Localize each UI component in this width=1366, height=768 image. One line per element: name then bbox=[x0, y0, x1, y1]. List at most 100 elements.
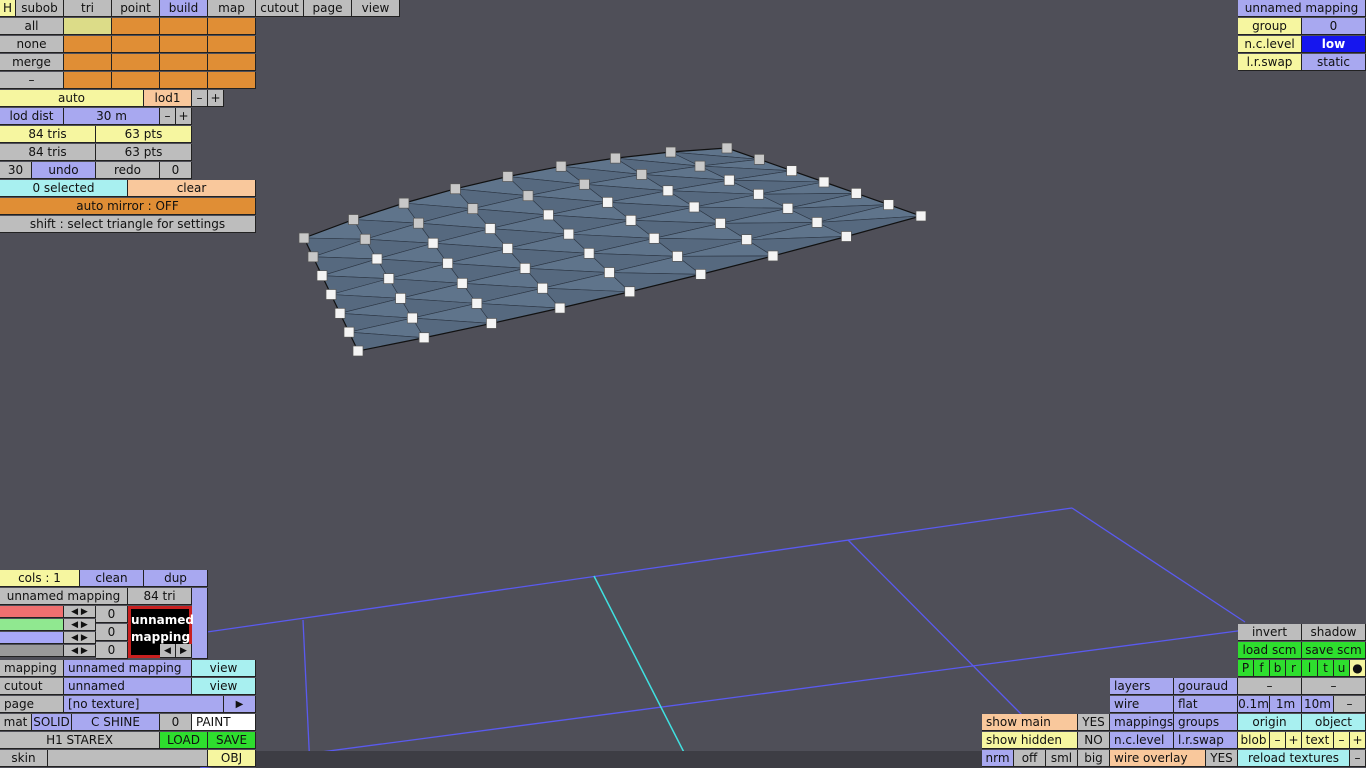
cols-count[interactable]: cols : 1 bbox=[0, 570, 80, 587]
clean-button[interactable]: clean bbox=[80, 570, 144, 587]
mesh-vertex-handle[interactable] bbox=[604, 267, 615, 278]
swatch-2[interactable] bbox=[112, 18, 160, 35]
lr-swap-button[interactable]: l.r.swap bbox=[1174, 732, 1238, 749]
nc-level-value[interactable]: low bbox=[1302, 36, 1366, 53]
paint-field[interactable]: PAINT bbox=[192, 714, 256, 731]
mesh-vertex-handle[interactable] bbox=[371, 253, 383, 265]
mesh-vertex-handle[interactable] bbox=[537, 282, 548, 294]
shadow-button[interactable]: shadow bbox=[1302, 624, 1366, 641]
view-dir-button-0[interactable]: P bbox=[1238, 660, 1254, 677]
mesh-vertex-handle[interactable] bbox=[625, 214, 637, 226]
lod-minus-button[interactable]: – bbox=[192, 90, 208, 107]
mesh-vertex-handle[interactable] bbox=[383, 273, 395, 284]
grid-01m-button[interactable]: 0.1m bbox=[1238, 696, 1270, 713]
solid-button[interactable]: SOLID bbox=[32, 714, 72, 731]
grid-10m-button[interactable]: 10m bbox=[1302, 696, 1334, 713]
dup-button[interactable]: dup bbox=[144, 570, 208, 587]
preview-prev-arrow[interactable]: ◀ bbox=[160, 644, 176, 658]
mesh-vertex-handle[interactable] bbox=[786, 165, 798, 177]
mesh-vertex-handle[interactable] bbox=[348, 214, 359, 225]
blue-channel-arrows[interactable]: ◀ ▶ bbox=[64, 632, 96, 644]
view-dir-button-4[interactable]: l bbox=[1302, 660, 1318, 677]
grid-minus-button[interactable]: – bbox=[1334, 696, 1366, 713]
mesh-vertex-handle[interactable] bbox=[471, 298, 483, 309]
page-next-arrow[interactable]: ▶ bbox=[224, 696, 256, 713]
nrm-button[interactable]: nrm bbox=[982, 750, 1014, 767]
tab-page[interactable]: page bbox=[304, 0, 352, 17]
reload-minus[interactable]: – bbox=[1350, 750, 1366, 767]
tab-cutout[interactable]: cutout bbox=[256, 0, 304, 17]
mesh-vertex-handle[interactable] bbox=[915, 210, 927, 222]
group-value[interactable]: 0 bbox=[1302, 18, 1366, 35]
big-button[interactable]: big bbox=[1078, 750, 1110, 767]
lr-swap-value[interactable]: static bbox=[1302, 54, 1366, 71]
show-hidden-toggle[interactable]: NO bbox=[1078, 732, 1110, 749]
mesh-vertex-handle[interactable] bbox=[753, 153, 765, 165]
swatch-15[interactable] bbox=[160, 72, 208, 89]
green-channel-value[interactable]: 0 bbox=[96, 624, 128, 641]
mesh-vertex-handle[interactable] bbox=[672, 250, 683, 262]
mesh-vertex-handle[interactable] bbox=[484, 223, 496, 234]
wire-button[interactable]: wire bbox=[1110, 696, 1174, 713]
mesh-vertex-handle[interactable] bbox=[486, 318, 497, 329]
lod-dist-value[interactable]: 30 m bbox=[64, 108, 160, 125]
material-scrollbar[interactable] bbox=[192, 588, 208, 659]
load-scm-button[interactable]: load scm bbox=[1238, 642, 1302, 659]
cutout-value[interactable]: unnamed bbox=[64, 678, 192, 695]
select-all-button[interactable]: all bbox=[0, 18, 64, 35]
cutout-view-button[interactable]: view bbox=[192, 678, 256, 695]
mesh-vertex-handle[interactable] bbox=[442, 257, 454, 269]
view-dir-button-3[interactable]: r bbox=[1286, 660, 1302, 677]
tab-build[interactable]: build bbox=[160, 0, 208, 17]
mesh-vertex-handle[interactable] bbox=[767, 250, 779, 262]
mesh-vertex-handle[interactable] bbox=[563, 228, 575, 240]
mesh-vertex-handle[interactable] bbox=[694, 160, 706, 172]
mesh-vertex-handle[interactable] bbox=[325, 289, 337, 300]
mesh-vertex-handle[interactable] bbox=[818, 176, 830, 188]
text-minus[interactable]: – bbox=[1334, 732, 1350, 749]
swatch-16[interactable] bbox=[208, 72, 256, 89]
swatch-11[interactable] bbox=[160, 54, 208, 71]
mesh-vertex-handle[interactable] bbox=[602, 196, 614, 208]
view-dir-button-2[interactable]: b bbox=[1270, 660, 1286, 677]
page-value[interactable]: [no texture] bbox=[64, 696, 224, 713]
swatch-8[interactable] bbox=[208, 36, 256, 53]
mesh-vertex-handle[interactable] bbox=[579, 178, 590, 190]
mapping-view-button[interactable]: view bbox=[192, 660, 256, 677]
mesh-vertex-handle[interactable] bbox=[636, 169, 648, 180]
redo-button[interactable]: redo bbox=[96, 162, 160, 179]
mesh-vertex-handle[interactable] bbox=[343, 326, 355, 338]
file-name[interactable]: H1 STAREX bbox=[0, 732, 160, 749]
mesh-vertex-handle[interactable] bbox=[555, 160, 567, 172]
mesh-vertex-handle[interactable] bbox=[583, 247, 595, 259]
swatch-1[interactable] bbox=[64, 18, 112, 35]
mesh-vertex-handle[interactable] bbox=[610, 152, 621, 164]
mesh-vertex-handle[interactable] bbox=[413, 217, 424, 229]
mesh-vertex-handle[interactable] bbox=[721, 142, 733, 154]
mesh-vertex-handle[interactable] bbox=[811, 217, 823, 228]
mesh-vertex-handle[interactable] bbox=[352, 345, 364, 357]
mesh-vertex-handle[interactable] bbox=[467, 203, 479, 215]
swatch-10[interactable] bbox=[112, 54, 160, 71]
wire-overlay-toggle[interactable]: YES bbox=[1206, 750, 1238, 767]
mesh-vertex-handle[interactable] bbox=[723, 174, 735, 186]
mesh-vertex-handle[interactable] bbox=[427, 237, 439, 249]
mesh-vertex-handle[interactable] bbox=[519, 262, 531, 274]
view-dir-button-6[interactable]: u bbox=[1334, 660, 1350, 677]
material-name[interactable]: unnamed mapping bbox=[0, 588, 128, 605]
mat-number[interactable]: 0 bbox=[160, 714, 192, 731]
layers-button[interactable]: layers bbox=[1110, 678, 1174, 695]
dash-button-2[interactable]: – bbox=[1302, 678, 1366, 695]
flat-button[interactable]: flat bbox=[1174, 696, 1238, 713]
blue-channel-value[interactable]: 0 bbox=[96, 642, 128, 659]
mesh-vertex-handle[interactable] bbox=[359, 233, 371, 245]
mesh-vertex-handle[interactable] bbox=[307, 251, 319, 263]
select-none-button[interactable]: none bbox=[0, 36, 64, 53]
mapping-value[interactable]: unnamed mapping bbox=[64, 660, 192, 677]
shine-button[interactable]: C SHINE bbox=[72, 714, 160, 731]
swatch-9[interactable] bbox=[64, 54, 112, 71]
dash-button-1[interactable]: – bbox=[1238, 678, 1302, 695]
mesh-vertex-handle[interactable] bbox=[406, 312, 418, 324]
mesh-vertex-handle[interactable] bbox=[841, 231, 852, 242]
tab-view[interactable]: view bbox=[352, 0, 400, 17]
